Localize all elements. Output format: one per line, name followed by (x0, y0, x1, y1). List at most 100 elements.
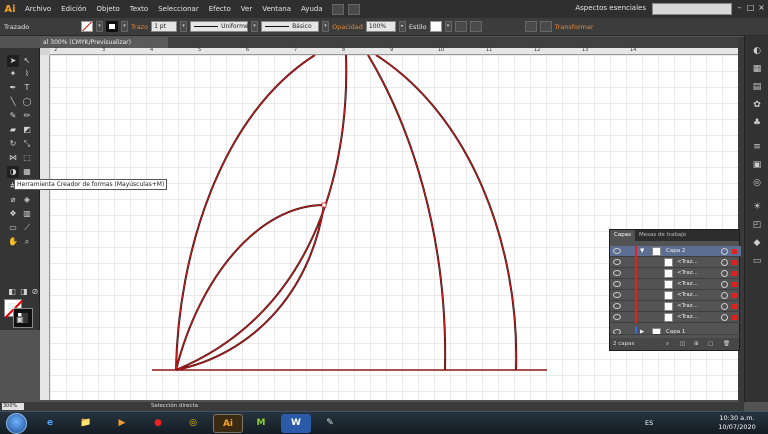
draw-mode-icon[interactable]: ◫ (6, 300, 18, 312)
eye-icon[interactable] (613, 292, 621, 298)
zoom-level-field[interactable]: 300% (2, 403, 24, 410)
screen-mode-icon[interactable]: ▣ (14, 314, 26, 326)
eye-icon[interactable] (613, 314, 621, 320)
movistar-icon[interactable]: M (246, 414, 276, 433)
opacity-field[interactable]: 100% (365, 21, 396, 32)
stroke-weight-field[interactable]: 1 pt (151, 21, 178, 32)
brushes-panel-icon[interactable]: ✿ (750, 98, 764, 112)
swatches-panel-icon[interactable]: ▤ (750, 80, 764, 94)
target-icon[interactable] (721, 281, 728, 288)
direct-selection-tool-icon[interactable]: ↖ (21, 55, 33, 67)
color-guide-icon[interactable]: ▦ (750, 62, 764, 76)
preferences-icon[interactable] (469, 21, 482, 32)
document-setup-icon[interactable] (454, 21, 467, 32)
align-icon[interactable] (524, 21, 537, 32)
menu-efecto[interactable]: Efecto (204, 5, 236, 13)
style-dropdown[interactable]: ▾ (444, 21, 452, 32)
media-player-icon[interactable]: ▶ (107, 414, 137, 433)
sublayer-row[interactable]: <Traz... (610, 312, 741, 323)
artboards-panel-icon[interactable]: ▭ (750, 254, 764, 268)
start-button[interactable] (6, 413, 27, 434)
perspective-grid-tool-icon[interactable]: ▦ (21, 166, 33, 178)
eye-icon[interactable] (613, 259, 621, 265)
make-clipping-mask-icon[interactable]: ◫ (680, 338, 685, 350)
target-icon[interactable] (721, 248, 728, 255)
opacity-label[interactable]: Opacidad (332, 23, 363, 31)
sublayer-row[interactable]: <Traz... (610, 257, 741, 268)
rotate-tool-icon[interactable]: ↻ (7, 138, 19, 150)
new-layer-icon[interactable]: ▢ (708, 338, 713, 350)
menu-seleccionar[interactable]: Seleccionar (153, 5, 204, 13)
selection-indicator[interactable] (732, 249, 737, 254)
scale-tool-icon[interactable]: ⤡ (21, 138, 33, 150)
stroke-label[interactable]: Trazo (131, 23, 148, 31)
target-icon[interactable] (721, 270, 728, 277)
eye-icon[interactable] (613, 303, 621, 309)
target-icon[interactable] (721, 292, 728, 299)
menu-edicion[interactable]: Edición (56, 5, 91, 13)
zoom-tool-icon[interactable]: ⌕ (21, 236, 33, 248)
selection-indicator[interactable] (732, 271, 737, 276)
type-tool-icon[interactable]: T (21, 82, 33, 94)
file-explorer-icon[interactable]: 📁 (71, 414, 101, 433)
app-red-icon[interactable]: ● (143, 414, 173, 433)
selection-tool-icon[interactable]: ➤ (7, 55, 19, 67)
system-clock[interactable]: 10:30 a.m. 10/07/2020 (712, 414, 762, 432)
gradient-panel-icon[interactable]: ▣ (750, 158, 764, 172)
blend-tool-icon[interactable]: ◈ (21, 194, 33, 206)
sublayer-row[interactable]: <Traz... (610, 290, 741, 301)
workspace-switcher[interactable]: Aspectos esenciales (575, 4, 646, 12)
color-mode-icon[interactable]: ◧ (6, 286, 18, 298)
arrange-documents-icon[interactable] (347, 3, 360, 15)
stroke-swatch[interactable] (106, 21, 118, 32)
selection-indicator[interactable] (732, 304, 737, 309)
selection-indicator[interactable] (732, 315, 737, 320)
artboard-tool-icon[interactable]: ▭ (7, 222, 19, 234)
expand-triangle-icon[interactable]: ▼ (640, 246, 644, 257)
delete-layer-icon[interactable]: 🗑 (723, 338, 730, 350)
internet-explorer-icon[interactable]: e (35, 414, 65, 433)
help-search-input[interactable] (652, 3, 732, 15)
layer-row[interactable]: ▼ Capa 2 (610, 246, 741, 257)
stroke-weight-dropdown[interactable]: ▾ (180, 21, 188, 32)
transform-label[interactable]: Transformar (555, 23, 594, 31)
menu-texto[interactable]: Texto (125, 5, 153, 13)
eraser-tool-icon[interactable]: ◩ (21, 124, 33, 136)
selection-indicator[interactable] (732, 260, 737, 265)
status-tool-text[interactable]: Selección directa (151, 402, 198, 411)
chrome-icon[interactable]: ◎ (178, 414, 208, 433)
stroke-panel-icon[interactable]: ≡ (750, 140, 764, 154)
stroke-dropdown[interactable]: ▾ (121, 21, 128, 32)
maximize-button[interactable]: □ (746, 2, 755, 13)
fill-swatch[interactable] (81, 21, 93, 32)
minimize-button[interactable]: – (735, 2, 744, 13)
selection-indicator[interactable] (732, 293, 737, 298)
width-tool-icon[interactable]: ⋈ (7, 152, 19, 164)
tab-capas[interactable]: Capas (610, 230, 635, 241)
color-panel-icon[interactable]: ◐ (750, 44, 764, 58)
illustrator-taskbar-icon[interactable]: Ai (213, 414, 243, 433)
fill-dropdown[interactable]: ▾ (96, 21, 103, 32)
menu-ver[interactable]: Ver (236, 5, 257, 13)
slice-tool-icon[interactable]: ⟋ (21, 222, 33, 234)
menu-archivo[interactable]: Archivo (20, 5, 56, 13)
symbol-sprayer-tool-icon[interactable]: ❖ (7, 208, 19, 220)
appearance-panel-icon[interactable]: ☀ (750, 200, 764, 214)
menu-objeto[interactable]: Objeto (92, 5, 125, 13)
target-icon[interactable] (721, 314, 728, 321)
ruler-origin[interactable] (40, 48, 50, 55)
free-transform-tool-icon[interactable]: ⬚ (21, 152, 33, 164)
brush-select[interactable]: Básico (261, 21, 320, 32)
eye-icon[interactable] (613, 281, 621, 287)
distribute-icon[interactable] (539, 21, 552, 32)
vertical-ruler[interactable] (40, 55, 50, 400)
stroke-profile-select[interactable]: Uniforme (190, 21, 249, 32)
paintbrush-tool-icon[interactable]: ✎ (7, 110, 19, 122)
hand-tool-icon[interactable]: ✋ (7, 236, 19, 248)
eye-icon[interactable] (613, 270, 621, 276)
collapse-triangle-icon[interactable]: ▶ (640, 327, 644, 334)
shape-builder-tool-icon[interactable]: ◑ (7, 166, 19, 178)
language-indicator[interactable]: ES (645, 419, 653, 427)
word-icon[interactable]: W (281, 414, 311, 433)
transparency-panel-icon[interactable]: ◎ (750, 176, 764, 190)
